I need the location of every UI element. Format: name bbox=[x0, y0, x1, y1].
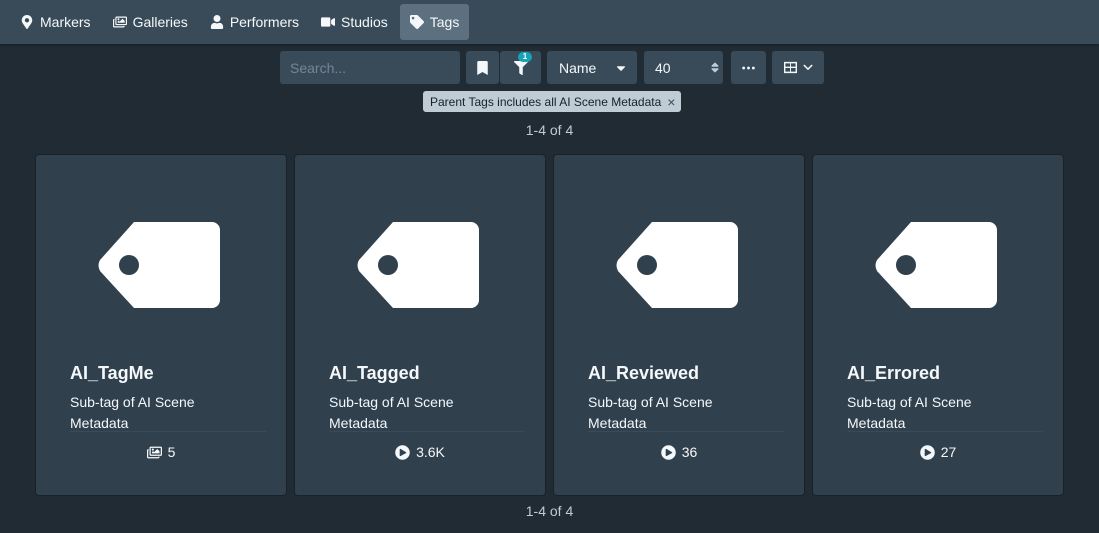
filter-icon bbox=[513, 60, 528, 75]
card-divider bbox=[70, 431, 266, 432]
per-page-select[interactable]: 40 bbox=[644, 51, 723, 84]
images-icon bbox=[112, 16, 127, 28]
search-input[interactable] bbox=[280, 51, 460, 84]
filter-count-badge: 1 bbox=[518, 52, 532, 62]
play-circle-icon bbox=[919, 444, 935, 460]
tag-image-icon bbox=[875, 222, 997, 308]
tag-description: Sub-tag of AI Scene Metadata bbox=[847, 394, 972, 431]
nav-label-tags: Tags bbox=[429, 14, 460, 30]
tag-count-value: 36 bbox=[681, 444, 698, 460]
tag-count-value: 3.6K bbox=[416, 444, 445, 460]
tag-title[interactable]: AI_Errored bbox=[847, 363, 940, 384]
tag-count[interactable]: 27 bbox=[813, 444, 1063, 460]
tag-card[interactable]: AI_Errored Sub-tag of AI Scene Metadata … bbox=[813, 155, 1063, 495]
tag-icon bbox=[409, 15, 424, 29]
play-circle-icon bbox=[395, 444, 410, 460]
nav-label-galleries: Galleries bbox=[132, 14, 188, 30]
tag-card[interactable]: AI_TagMe Sub-tag of AI Scene Metadata 5 bbox=[36, 155, 286, 495]
remove-filter-icon[interactable]: × bbox=[667, 94, 675, 110]
tag-description: Sub-tag of AI Scene Metadata bbox=[588, 394, 713, 431]
bookmark-icon bbox=[477, 60, 488, 75]
tag-image-icon bbox=[98, 222, 220, 308]
tag-count[interactable]: 3.6K bbox=[295, 444, 545, 460]
tag-title[interactable]: AI_Tagged bbox=[329, 363, 420, 384]
tag-card[interactable]: AI_Tagged Sub-tag of AI Scene Metadata 3… bbox=[295, 155, 545, 495]
tag-card[interactable]: AI_Reviewed Sub-tag of AI Scene Metadata… bbox=[554, 155, 804, 495]
tag-count-value: 5 bbox=[167, 444, 176, 460]
nav-label-performers: Performers bbox=[229, 14, 300, 30]
tag-title[interactable]: AI_Reviewed bbox=[588, 363, 699, 384]
filter-button-group: 1 bbox=[466, 51, 541, 84]
nav-item-studios[interactable]: Studios bbox=[311, 4, 398, 40]
tag-image-icon bbox=[357, 222, 479, 308]
tag-count[interactable]: 36 bbox=[554, 444, 804, 460]
nav-item-performers[interactable]: Performers bbox=[200, 4, 309, 40]
ellipsis-icon bbox=[742, 66, 755, 69]
sort-arrows-icon bbox=[711, 62, 719, 73]
active-filter-tag[interactable]: Parent Tags includes all AI Scene Metada… bbox=[423, 91, 682, 112]
card-divider bbox=[329, 431, 525, 432]
list-toolbar: 1 Name 40 bbox=[280, 51, 824, 84]
grid-icon bbox=[784, 61, 797, 74]
card-divider bbox=[847, 431, 1043, 432]
tag-description: Sub-tag of AI Scene Metadata bbox=[70, 394, 195, 431]
caret-down-icon bbox=[616, 65, 626, 71]
card-divider bbox=[588, 431, 784, 432]
pagination-top: 1-4 of 4 bbox=[525, 122, 574, 138]
sort-by-label: Name bbox=[559, 59, 597, 76]
chevron-down-icon bbox=[803, 64, 813, 71]
images-icon bbox=[146, 446, 162, 458]
pagination-bottom: 1-4 of 4 bbox=[525, 503, 574, 519]
filter-tag-label: Parent Tags includes all AI Scene Metada… bbox=[430, 94, 662, 109]
nav-item-galleries[interactable]: Galleries bbox=[103, 4, 198, 40]
tag-count-value: 27 bbox=[940, 444, 957, 460]
per-page-value: 40 bbox=[655, 59, 671, 76]
saved-filters-button[interactable] bbox=[466, 51, 499, 84]
user-icon bbox=[210, 15, 223, 29]
nav-label-studios: Studios bbox=[341, 14, 388, 30]
filter-button[interactable]: 1 bbox=[500, 51, 541, 84]
play-circle-icon bbox=[660, 444, 676, 460]
video-icon bbox=[321, 17, 336, 27]
nav-label-markers: Markers bbox=[40, 14, 91, 30]
nav-item-tags[interactable]: Tags bbox=[399, 4, 470, 40]
tag-count[interactable]: 5 bbox=[36, 444, 286, 460]
tag-description: Sub-tag of AI Scene Metadata bbox=[329, 394, 454, 431]
tag-title[interactable]: AI_TagMe bbox=[70, 363, 154, 384]
display-mode-button[interactable] bbox=[772, 51, 824, 84]
tag-image-icon bbox=[616, 222, 738, 308]
more-options-button[interactable] bbox=[731, 51, 766, 84]
map-marker-icon bbox=[21, 15, 33, 29]
nav-item-markers[interactable]: Markers bbox=[10, 4, 101, 40]
sort-by-select[interactable]: Name bbox=[547, 51, 637, 84]
main-navbar: Markers Galleries Performers Studios Tag… bbox=[0, 0, 1099, 44]
